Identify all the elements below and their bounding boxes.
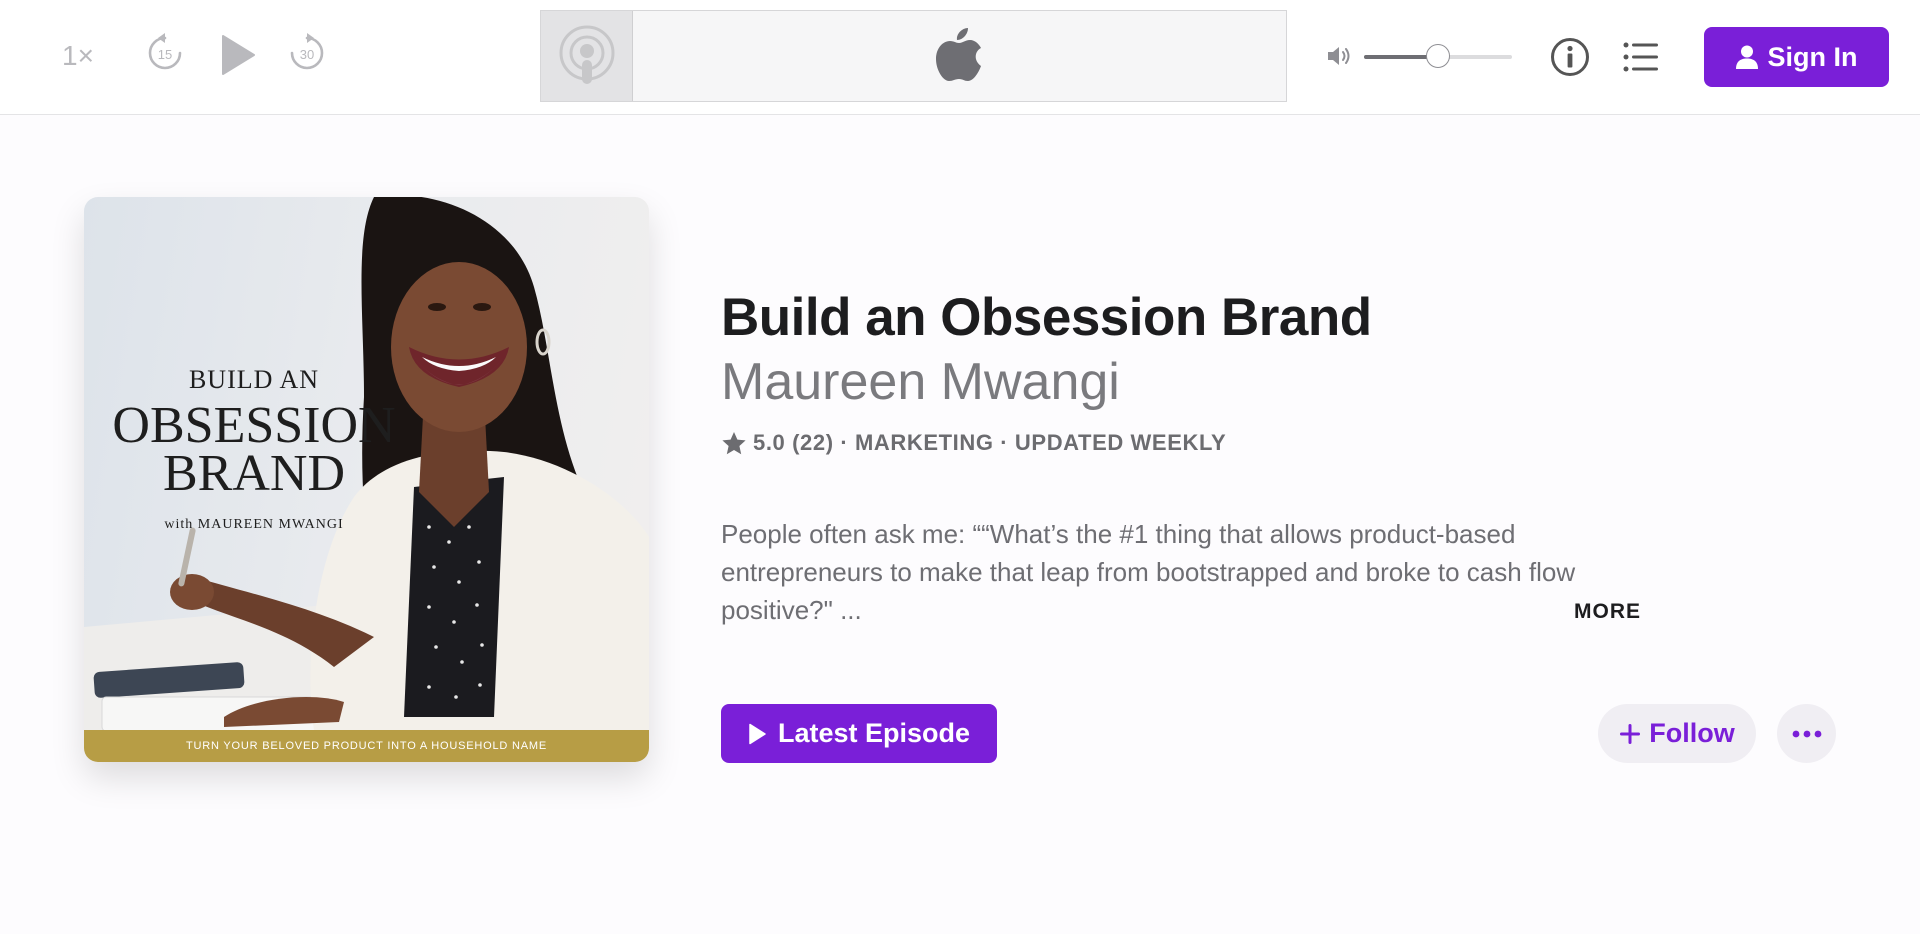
skip-forward-30-icon: 30 [290,33,324,70]
sign-in-label: Sign In [1767,41,1858,72]
artwork-title-line-3: BRAND [162,445,346,502]
info-icon [1551,38,1589,76]
apple-logo-icon [936,28,981,81]
volume-button[interactable] [1326,45,1352,72]
skip-forward-seconds: 30 [300,47,314,62]
skip-back-15-icon: 15 [148,33,182,70]
follow-label: Follow [1649,718,1735,748]
podcasts-icon [559,25,614,84]
follow-button[interactable]: Follow [1598,704,1756,763]
player-bar: 1× 15 30 Sign In [0,0,1920,115]
podcast-title: Build an Obsession Brand [721,288,1372,347]
queue-button[interactable] [1623,42,1659,77]
artwork-host-line: with MAUREEN MWANGI [164,517,344,532]
artwork-title-line-2: OBSESSION [112,397,396,454]
more-options-button[interactable] [1777,704,1836,763]
latest-episode-label: Latest Episode [777,718,971,748]
ellipsis-icon [1792,730,1821,737]
podcast-description: People often ask me: ““What’s the #1 thi… [721,519,1576,625]
volume-slider[interactable] [1364,44,1512,70]
now-playing-display [540,10,1287,102]
plus-icon [1620,723,1641,744]
skip-back-button[interactable]: 15 [147,32,183,72]
podcast-meta-text: 5.0 (22) · MARKETING · UPDATED WEEKLY [753,430,1227,455]
podcast-meta: 5.0 (22) · MARKETING · UPDATED WEEKLY [721,430,1226,456]
playback-speed-button[interactable]: 1× [62,40,94,72]
podcast-artwork: BUILD AN OBSESSION BRAND with MAUREEN MW… [84,197,649,762]
skip-back-seconds: 15 [158,47,172,62]
apple-logo [935,26,983,87]
play-icon [749,723,766,744]
artwork-tagline: TURN YOUR BELOVED PRODUCT INTO A HOUSEHO… [84,730,649,762]
volume-knob[interactable] [1426,44,1450,68]
podcast-author[interactable]: Maureen Mwangi [721,352,1120,412]
user-icon [1735,45,1758,69]
volume-icon [1328,47,1350,65]
play-button[interactable] [220,34,256,76]
list-icon [1623,42,1658,72]
now-playing-artwork [541,11,633,101]
skip-forward-button[interactable]: 30 [289,32,325,72]
more-button[interactable]: MORE [1574,600,1641,624]
info-button[interactable] [1550,37,1590,82]
star-icon [722,431,746,454]
latest-episode-button[interactable]: Latest Episode [721,704,997,763]
sign-in-button[interactable]: Sign In [1704,27,1889,87]
play-icon [222,35,255,75]
artwork-title-line-1: BUILD AN [188,365,320,394]
